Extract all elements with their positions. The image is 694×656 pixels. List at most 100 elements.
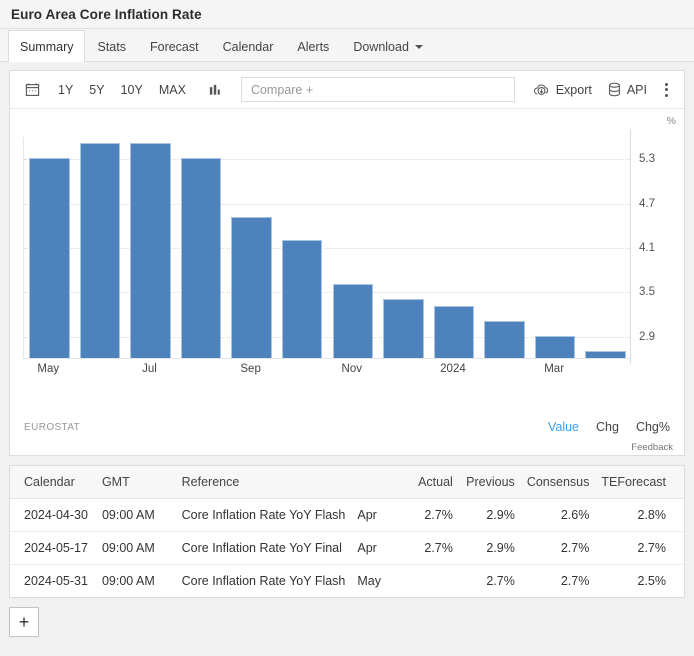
export-button[interactable]: Export: [527, 80, 598, 100]
feedback-link[interactable]: Feedback: [631, 442, 673, 453]
tab-bar: Summary Stats Forecast Calendar Alerts Downlo…: [0, 29, 694, 62]
cloud-download-icon: [533, 83, 550, 97]
bar-sep[interactable]: [231, 217, 272, 358]
cell-teforecast: 2.5%: [637, 574, 667, 588]
plot-canvas[interactable]: [23, 137, 630, 359]
tab-label: Stats: [97, 39, 126, 54]
x-axis-tick-label: May: [37, 363, 60, 375]
x-axis-tick-label: Mar: [544, 363, 565, 375]
range-button-10y[interactable]: 10Y: [114, 80, 150, 100]
col-header-actual[interactable]: Actual: [397, 466, 459, 499]
database-icon: [608, 82, 621, 97]
chart-unit-label: %: [666, 115, 676, 127]
add-row-button[interactable]: +: [9, 607, 39, 637]
cell-reference: Core Inflation Rate YoY Flash: [181, 574, 346, 588]
bar-2024[interactable]: [433, 306, 475, 358]
cell-actual: 2.7%: [397, 498, 459, 532]
col-header-period: [351, 466, 398, 499]
bar-jun[interactable]: [79, 143, 121, 358]
calendar-icon[interactable]: [19, 77, 45, 103]
range-button-5y[interactable]: 5Y: [82, 80, 111, 100]
x-axis-tick-label: Sep: [240, 363, 261, 375]
chevron-down-icon: [414, 44, 423, 49]
metric-toggle-chg[interactable]: Chg: [596, 420, 619, 434]
chart-card: 1Y 5Y 10Y MAX Compare + Export API % 5.3…: [9, 70, 685, 456]
y-axis-tick-label: 4.7: [639, 197, 655, 210]
tab-calendar[interactable]: Calendar: [211, 30, 286, 62]
cell-calendar: 2024-04-30: [10, 498, 96, 532]
y-axis-tick-label: 5.3: [639, 153, 655, 166]
cell-consensus: 2.7%: [520, 531, 596, 565]
col-header-consensus[interactable]: Consensus: [520, 466, 596, 499]
compare-input[interactable]: Compare +: [240, 77, 515, 102]
bar-mar[interactable]: [534, 335, 576, 358]
add-row-wrap: +: [9, 607, 694, 637]
cell-period: May: [357, 574, 382, 588]
bar-aug[interactable]: [180, 158, 222, 358]
col-header-calendar[interactable]: Calendar: [10, 466, 96, 499]
x-axis-tick-label: Jul: [142, 363, 157, 375]
chart-plot-area: % 5.3 4.7 4.1 3.5 2.9 May Jul Sep Nov 2024 Mar: [10, 109, 684, 416]
calendar-table: Calendar GMT Reference Actual Previous C…: [10, 466, 684, 597]
cell-gmt: 09:00 AM: [101, 574, 155, 588]
bar-may[interactable]: [29, 158, 70, 358]
export-label: Export: [555, 82, 592, 97]
col-header-gmt[interactable]: GMT: [95, 466, 176, 499]
table-row[interactable]: 2024-05-31 09:00 AM Core Inflation Rate Yo…: [10, 565, 684, 598]
y-axis-tick-label: 4.1: [639, 242, 655, 254]
col-header-reference[interactable]: Reference: [175, 466, 352, 499]
cell-actual: 2.7%: [397, 531, 459, 565]
cell-period: Apr: [351, 498, 398, 532]
page-title: Euro Area Core Inflation Rate: [11, 6, 202, 22]
col-header-previous[interactable]: Previous: [458, 466, 521, 499]
col-header-teforecast[interactable]: TEForecast: [595, 466, 684, 499]
x-axis-tick-label: 2024: [440, 363, 466, 375]
cell-period: Apr: [351, 531, 398, 565]
y-axis-tick-label: 3.5: [639, 286, 655, 299]
chart-toolbar: 1Y 5Y 10Y MAX Compare + Export API: [10, 71, 684, 109]
table-header-row: Calendar GMT Reference Actual Previous C…: [10, 466, 684, 499]
range-button-1y[interactable]: 1Y: [51, 80, 80, 100]
cell-previous: 2.7%: [486, 574, 515, 588]
cell-consensus: 2.6%: [520, 498, 596, 532]
cell-reference: Core Inflation Rate YoY Final: [175, 531, 352, 565]
table-row[interactable]: 2024-04-30 09:00 AM Core Inflation Rate Yo…: [10, 498, 684, 532]
bar-jul[interactable]: [130, 143, 171, 358]
cell-gmt: 09:00 AM: [95, 498, 176, 532]
metric-toggle-value[interactable]: Value: [548, 420, 579, 434]
chart-metric-toggles: Value Chg Chg%: [548, 420, 670, 434]
cell-consensus: 2.7%: [560, 574, 590, 588]
bar-dec[interactable]: [383, 298, 424, 358]
cell-calendar: 2024-05-31: [24, 574, 88, 588]
calendar-table-card: Calendar GMT Reference Actual Previous C…: [9, 465, 685, 598]
tab-download[interactable]: Download: [341, 30, 435, 62]
tab-label: Summary: [20, 39, 74, 54]
x-axis-tick-label: Nov: [341, 363, 363, 375]
api-label: API: [626, 82, 647, 97]
tab-alerts[interactable]: Alerts: [285, 30, 341, 62]
bar-chart-icon[interactable]: [203, 77, 229, 103]
tab-label: Calendar: [222, 39, 274, 54]
cell-teforecast: 2.8%: [595, 498, 684, 532]
tab-label: Forecast: [149, 39, 199, 54]
tab-stats[interactable]: Stats: [85, 30, 138, 62]
bar-oct[interactable]: [281, 239, 323, 358]
api-button[interactable]: API: [602, 79, 653, 100]
cell-reference: Core Inflation Rate YoY Flash: [175, 498, 352, 532]
bar-feb[interactable]: [484, 321, 525, 358]
tab-forecast[interactable]: Forecast: [138, 30, 211, 62]
title-bar: Euro Area Core Inflation Rate: [0, 0, 694, 29]
metric-toggle-chgpct[interactable]: Chg%: [636, 420, 670, 434]
tab-label: Download: [353, 39, 409, 54]
tab-summary[interactable]: Summary: [8, 30, 86, 62]
cell-previous: 2.9%: [458, 498, 521, 532]
y-axis-line: [630, 129, 631, 364]
cell-teforecast: 2.7%: [595, 531, 684, 565]
bar-nov[interactable]: [332, 284, 373, 358]
cell-previous: 2.9%: [458, 531, 521, 565]
bar-apr[interactable]: [585, 350, 626, 358]
kebab-menu-icon[interactable]: [657, 79, 675, 101]
table-row[interactable]: 2024-05-17 09:00 AM Core Inflation Rate Yo…: [10, 531, 684, 565]
cell-actual: [397, 565, 459, 598]
range-button-max[interactable]: MAX: [152, 80, 193, 100]
